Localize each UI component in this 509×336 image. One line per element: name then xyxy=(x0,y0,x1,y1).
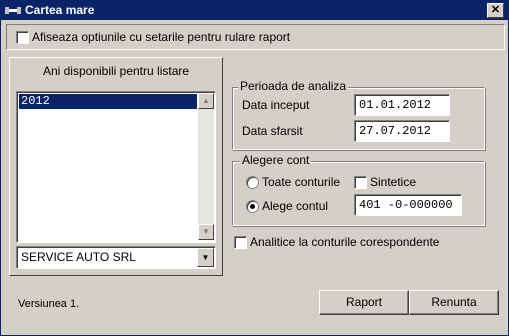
company-select-value: SERVICE AUTO SRL xyxy=(21,250,136,264)
window-title: Cartea mare xyxy=(25,3,95,17)
show-options-checkbox[interactable] xyxy=(16,31,29,44)
chevron-down-icon: ▼ xyxy=(201,253,210,262)
synthetic-label: Sintetice xyxy=(370,175,417,189)
scroll-down-button[interactable]: ▼ xyxy=(198,224,214,240)
scroll-up-button[interactable]: ▲ xyxy=(198,93,214,109)
years-list[interactable]: 2012 ▲ ▼ xyxy=(16,91,216,243)
close-button[interactable]: ✕ xyxy=(487,3,504,18)
report-button-label: Raport xyxy=(345,295,383,309)
start-date-input[interactable]: 01.01.2012 xyxy=(354,94,450,116)
report-button[interactable]: Raport xyxy=(319,290,409,315)
show-options-label: Afiseaza optiunile cu setarile pentru ru… xyxy=(32,30,291,44)
tab-years[interactable]: Ani disponibili pentru listare xyxy=(9,57,223,85)
app-icon xyxy=(5,7,21,14)
tab-years-label: Ani disponibili pentru listare xyxy=(42,64,190,78)
cancel-button-label: Renunta xyxy=(431,295,477,309)
company-select[interactable]: SERVICE AUTO SRL ▼ xyxy=(16,246,216,269)
list-scrollbar[interactable]: ▲ ▼ xyxy=(198,93,214,240)
list-item[interactable]: 2012 xyxy=(19,94,197,109)
title-bar: Cartea mare ✕ xyxy=(1,1,508,20)
all-accounts-label: Toate conturile xyxy=(262,175,341,189)
synthetic-checkbox[interactable] xyxy=(354,176,367,189)
choose-account-label: Alege contul xyxy=(262,199,329,213)
cancel-button[interactable]: Renunta xyxy=(409,290,499,315)
analytic-checkbox[interactable] xyxy=(234,236,247,249)
end-date-label: Data sfarsit xyxy=(242,124,303,138)
account-input[interactable]: 401 -0-000000 xyxy=(354,194,462,216)
choose-account-radio[interactable] xyxy=(246,200,259,213)
chevron-down-icon: ▼ xyxy=(202,227,210,236)
period-legend: Perioada de analiza xyxy=(238,79,349,93)
analytic-label: Analitice la conturile corespondente xyxy=(250,235,440,249)
end-date-input[interactable]: 27.07.2012 xyxy=(354,120,450,142)
start-date-label: Data inceput xyxy=(242,98,310,112)
close-icon: ✕ xyxy=(490,4,501,16)
account-legend: Alegere cont xyxy=(240,153,312,167)
version-text: Versiunea 1. xyxy=(18,298,80,310)
all-accounts-radio[interactable] xyxy=(246,176,259,189)
company-dropdown-button[interactable]: ▼ xyxy=(197,248,214,267)
chevron-up-icon: ▲ xyxy=(202,96,210,105)
dialog-window: Cartea mare ✕ Afiseaza optiunile cu seta… xyxy=(0,0,509,336)
